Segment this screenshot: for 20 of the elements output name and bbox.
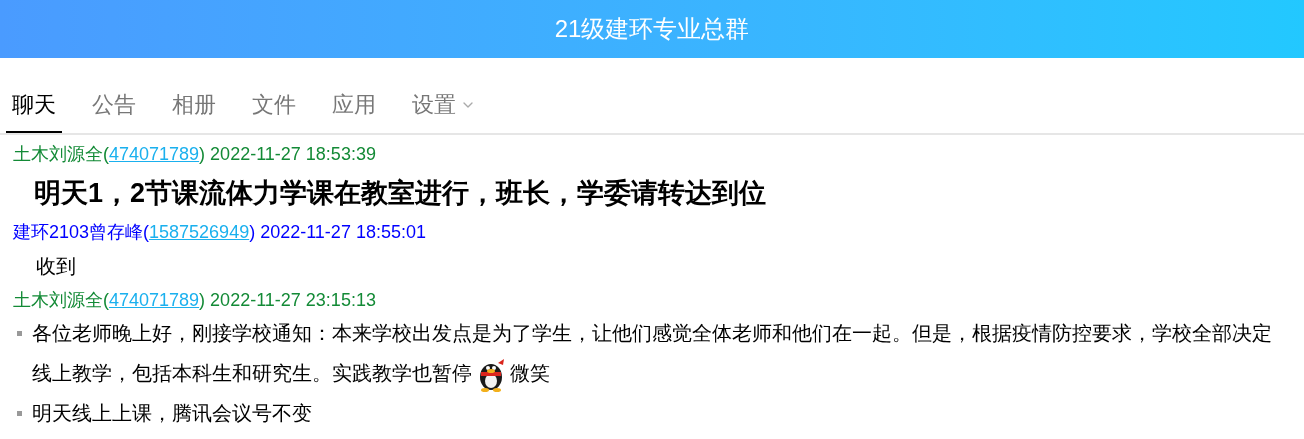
tab[interactable]: 文件	[246, 88, 302, 133]
bullet-icon	[17, 331, 22, 336]
tab[interactable]: 公告	[86, 88, 142, 133]
qq-number-link[interactable]: 474071789	[109, 290, 200, 310]
bullet-icon	[17, 411, 22, 416]
message-header: 土木刘源全(474071789) 2022-11-27 23:15:13	[13, 289, 377, 311]
tab[interactable]: 应用	[326, 88, 382, 133]
tab[interactable]: 相册	[166, 88, 222, 133]
message-header: 建环2103曾存峰(1587526949) 2022-11-27 18:55:01	[13, 221, 427, 243]
message-header: 土木刘源全(474071789) 2022-11-27 18:53:39	[13, 143, 377, 165]
tab[interactable]: 设置	[406, 88, 482, 133]
message-text: 明天1，2节课流体力学课在教室进行，班长，学委请转达到位	[33, 177, 768, 210]
tab[interactable]: 聊天	[6, 88, 62, 133]
qq-number-link[interactable]: 474071789	[109, 144, 200, 164]
message-text: 收到	[35, 254, 77, 279]
emoji-label: 微笑	[510, 362, 550, 384]
message-text: 各位老师晚上好，刚接学校通知：本来学校出发点是为了学生，让他们感觉全体老师和他们在一起。但是，根据疫情防控要求，学校全部决定线上教学，包括本科生和研究生。实践教学也暂停 微笑	[32, 313, 1282, 393]
qq-number-link[interactable]: 1587526949	[149, 222, 250, 242]
window-title: 21级建环专业总群	[554, 14, 750, 44]
message-text: 明天线上上课，腾讯会议号不变	[32, 401, 313, 426]
